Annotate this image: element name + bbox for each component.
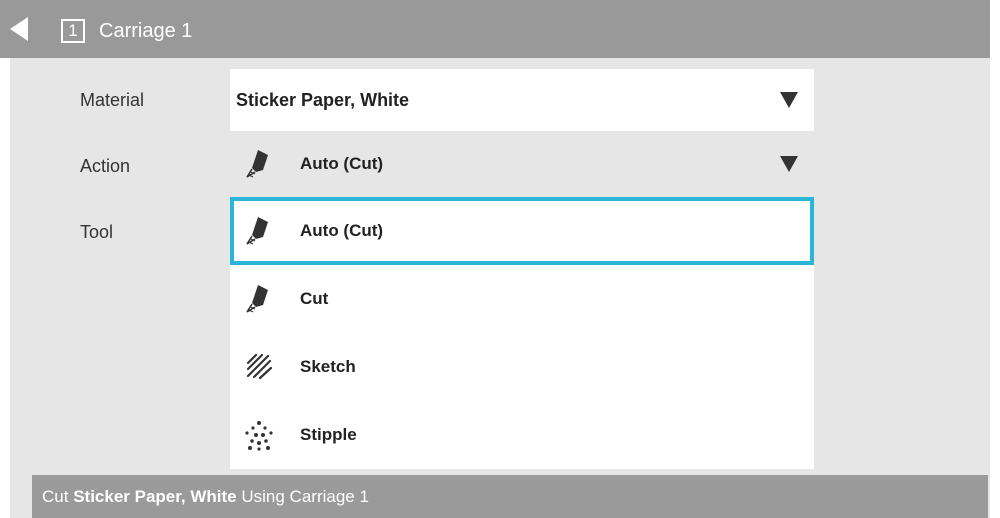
action-dropdown[interactable]: Auto (Cut) bbox=[230, 131, 814, 197]
blade-icon bbox=[244, 283, 274, 315]
header-bar: 1 Carriage 1 bbox=[0, 0, 990, 58]
status-bar: Cut Sticker Paper, White Using Carriage … bbox=[32, 475, 988, 518]
status-prefix: Cut bbox=[42, 487, 74, 506]
action-label: Action bbox=[80, 156, 131, 176]
chevron-down-icon[interactable] bbox=[780, 156, 798, 172]
blade-icon bbox=[244, 215, 274, 247]
option-label: Cut bbox=[300, 289, 329, 308]
action-option-sketch[interactable]: Sketch bbox=[230, 333, 814, 401]
option-label: Stipple bbox=[300, 425, 357, 444]
stipple-icon bbox=[244, 419, 274, 451]
material-label: Material bbox=[80, 90, 145, 110]
blade-icon bbox=[244, 148, 274, 180]
back-arrow-icon[interactable] bbox=[10, 17, 28, 41]
action-option-auto-cut[interactable]: Auto (Cut) bbox=[230, 197, 814, 265]
option-label: Auto (Cut) bbox=[300, 221, 384, 240]
material-dropdown[interactable]: Sticker Paper, White bbox=[230, 69, 814, 131]
sketch-icon bbox=[244, 351, 274, 383]
chevron-down-icon[interactable] bbox=[780, 92, 798, 108]
tool-label: Tool bbox=[80, 222, 114, 242]
status-material: Sticker Paper, White bbox=[73, 487, 237, 506]
action-options-list: Auto (Cut) Cut Sketch Stipple bbox=[230, 197, 814, 469]
status-suffix: Using Carriage 1 bbox=[236, 487, 369, 506]
carriage-number-box: 1 bbox=[61, 19, 85, 43]
material-selected-value: Sticker Paper, White bbox=[236, 89, 410, 110]
action-selected-value: Auto (Cut) bbox=[300, 154, 384, 173]
action-option-stipple[interactable]: Stipple bbox=[230, 401, 814, 469]
option-label: Sketch bbox=[300, 357, 356, 376]
header-title: Carriage 1 bbox=[99, 20, 193, 42]
action-option-cut[interactable]: Cut bbox=[230, 265, 814, 333]
